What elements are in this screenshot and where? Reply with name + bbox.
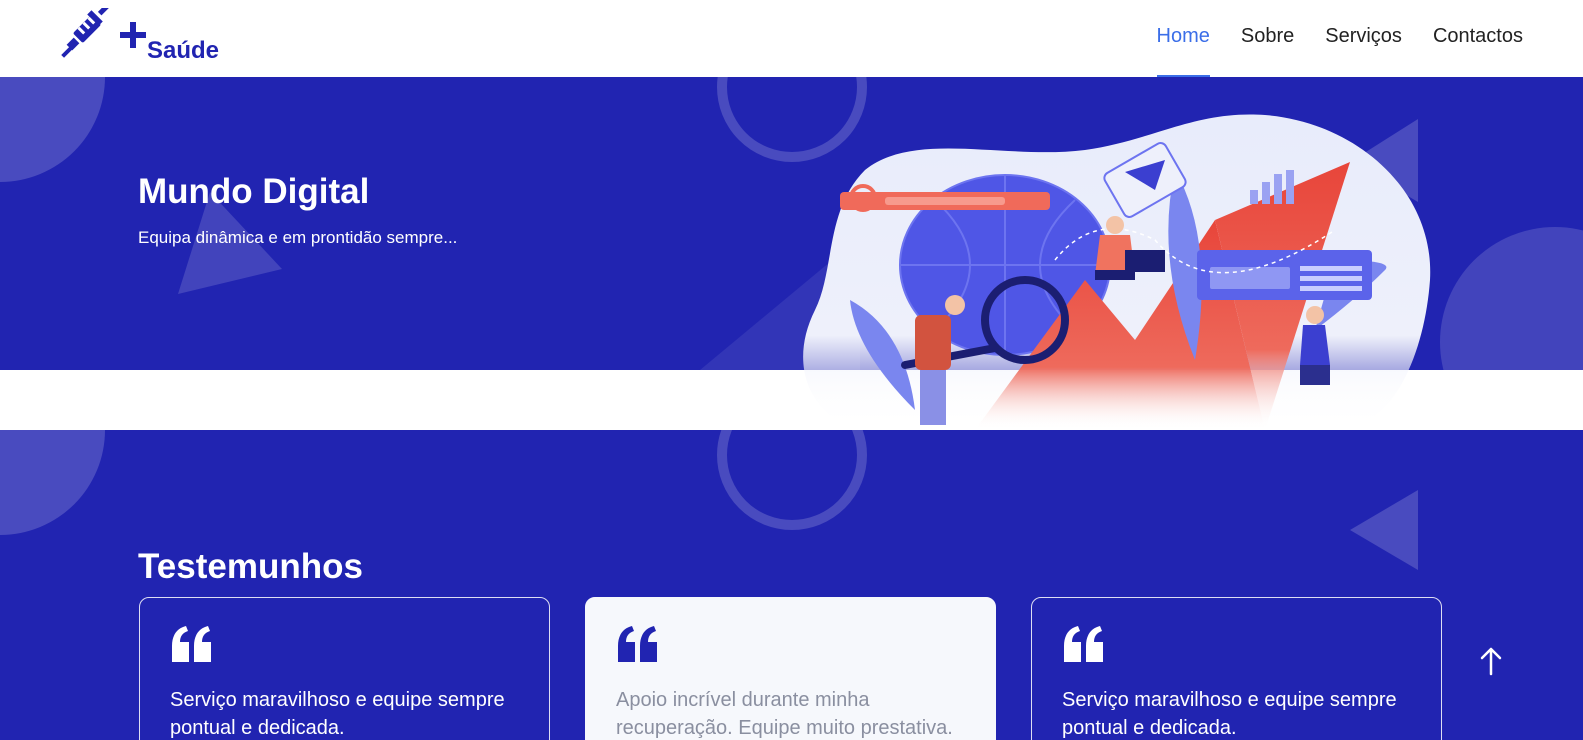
nav-home[interactable]: Home [1156,0,1211,77]
nav-sobre[interactable]: Sobre [1241,0,1294,77]
hero-illustration [803,114,1431,430]
nav-servicos[interactable]: Serviços [1325,0,1402,77]
testimonial-text: Serviço maravilhoso e equipe sempre pont… [170,689,505,739]
hero-subtitle: Equipa dinâmica e em prontidão sempre... [138,228,458,247]
testimonial-text: Apoio incrível durante minha recuperação… [616,689,953,739]
quote-icon [1064,626,1103,662]
logo[interactable]: Saúde [58,8,219,64]
site-header: Saúde Home Sobre Serviços Contactos [0,0,1583,77]
testimonial-card: Serviço maravilhoso e equipe sempre pont… [139,597,550,740]
testimonials-section: Testemunhos Serviço maravilhoso e equipe… [0,430,1583,740]
testimonial-card: Apoio incrível durante minha recuperação… [585,597,996,740]
testimonial-card: Serviço maravilhoso e equipe sempre pont… [1031,597,1442,740]
quote-icon [618,626,657,662]
testimonial-text: Serviço maravilhoso e equipe sempre pont… [1062,689,1397,739]
arrow-up-icon[interactable] [1476,646,1506,676]
quote-icon [172,626,211,662]
hero-title: Mundo Digital [138,172,370,211]
logo-text: Saúde [147,37,220,64]
nav-contactos[interactable]: Contactos [1433,0,1523,77]
testimonials-title: Testemunhos [138,547,363,586]
main-nav: Home Sobre Serviços Contactos [1156,0,1523,77]
plus-icon [120,22,146,48]
syringe-icon [61,8,112,58]
